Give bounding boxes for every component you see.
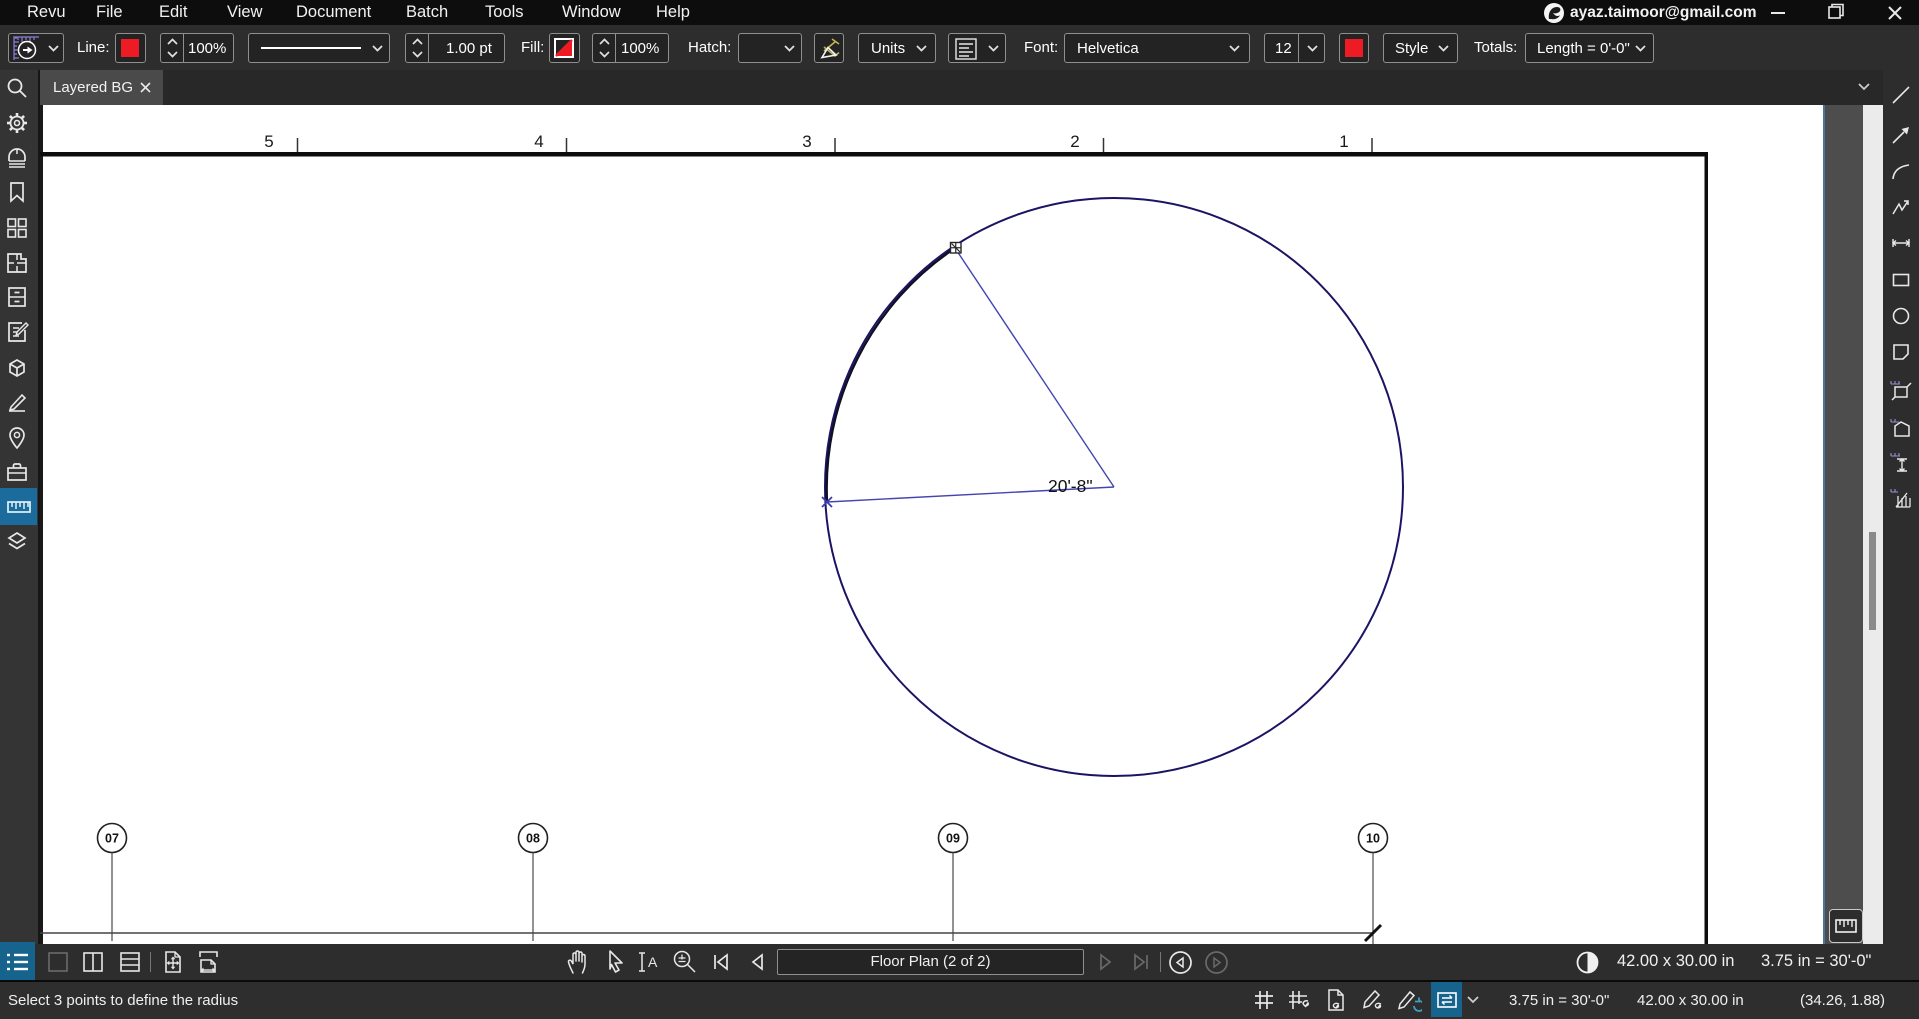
svg-text:1: 1 [1339, 132, 1348, 151]
svg-text:5: 5 [264, 132, 273, 151]
svg-text:20'-8": 20'-8" [1048, 476, 1093, 496]
svg-text:3: 3 [802, 132, 811, 151]
svg-text:09: 09 [946, 832, 960, 846]
svg-text:07: 07 [105, 832, 119, 846]
svg-text:4: 4 [534, 132, 543, 151]
svg-text:08: 08 [526, 832, 540, 846]
svg-text:A: A [648, 954, 658, 970]
svg-text:10: 10 [1366, 832, 1380, 846]
svg-text:2: 2 [1070, 132, 1079, 151]
